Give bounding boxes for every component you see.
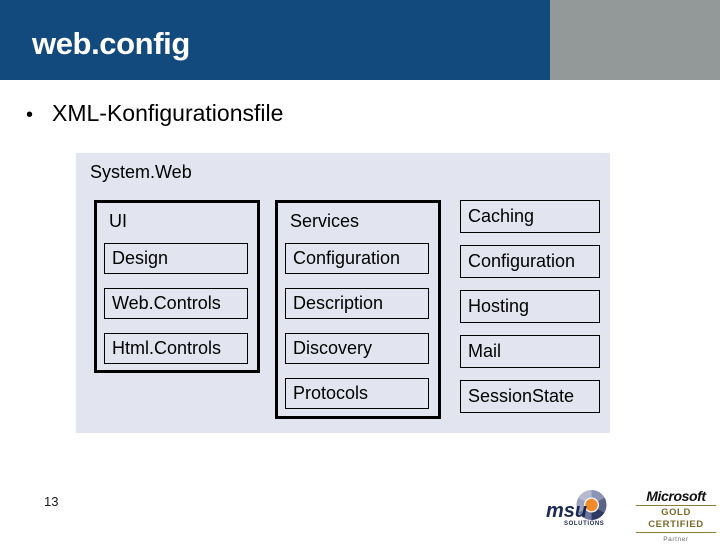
microsoft-brand-text: Microsoft bbox=[646, 488, 706, 504]
list-item: Description bbox=[285, 288, 429, 319]
list-item: Web.Controls bbox=[104, 288, 248, 319]
list-item: Mail bbox=[460, 335, 600, 368]
msu-solutions-logo: msu SOLUTIONS bbox=[544, 486, 624, 536]
column-ui-items: Design Web.Controls Html.Controls bbox=[104, 243, 248, 378]
list-item: Design bbox=[104, 243, 248, 274]
list-item: SessionState bbox=[460, 380, 600, 413]
slide-canvas: web.config • XML-Konfigurationsfile Syst… bbox=[0, 0, 720, 543]
list-item: Configuration bbox=[460, 245, 600, 278]
bullet-text-0: XML-Konfigurationsfile bbox=[52, 100, 284, 126]
bullet-item-0: • XML-Konfigurationsfile bbox=[26, 99, 626, 129]
partner-tier-text: Partner bbox=[663, 536, 689, 543]
list-item: Caching bbox=[460, 200, 600, 233]
svg-text:SOLUTIONS: SOLUTIONS bbox=[564, 521, 604, 527]
gold-certified-text: GOLD CERTIFIED bbox=[636, 505, 716, 533]
msu-logo-icon: msu SOLUTIONS bbox=[546, 490, 607, 527]
page-title: web.config bbox=[32, 26, 190, 61]
diagram-title: System.Web bbox=[90, 162, 192, 182]
column-caching-items: Caching Configuration Hosting Mail Sessi… bbox=[460, 200, 600, 425]
microsoft-gold-certified-partner-logo: Microsoft GOLD CERTIFIED Partner bbox=[636, 488, 716, 543]
bullet-marker-icon: • bbox=[26, 104, 34, 126]
group-label-ui: UI bbox=[109, 211, 127, 231]
page-number: 13 bbox=[44, 494, 59, 509]
list-item: Hosting bbox=[460, 290, 600, 323]
svg-text:msu: msu bbox=[546, 500, 587, 522]
list-item: Discovery bbox=[285, 333, 429, 364]
list-item: Configuration bbox=[285, 243, 429, 274]
group-label-services: Services bbox=[290, 211, 360, 231]
list-item: Protocols bbox=[285, 378, 429, 409]
column-services-items: Configuration Description Discovery Prot… bbox=[285, 243, 429, 423]
list-item: Html.Controls bbox=[104, 333, 248, 364]
